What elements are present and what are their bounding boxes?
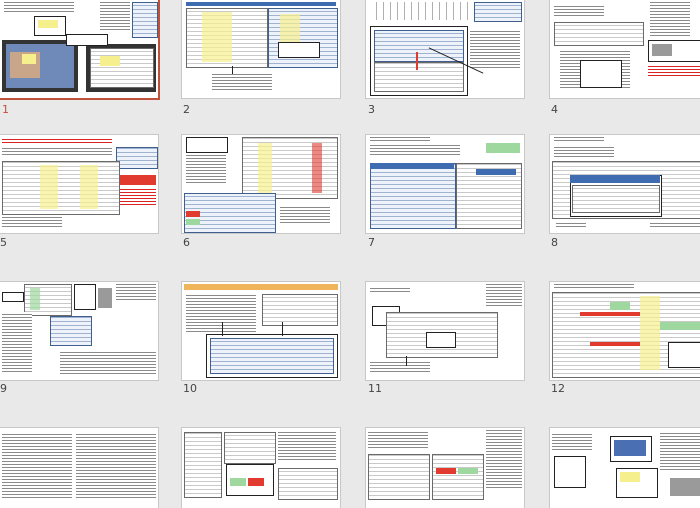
slide-number-5: 5 [0,236,7,249]
slide-thumbnail-4[interactable] [550,0,700,98]
slide-thumbnail-3[interactable] [366,0,524,98]
slide-thumbnail-5[interactable] [0,135,158,233]
slide-number-2: 2 [183,103,190,116]
slide-number-1: 1 [2,103,9,116]
slide-number-7: 7 [368,236,375,249]
slide-thumbnail-2[interactable] [182,0,340,98]
slide-thumbnail-6[interactable] [182,135,340,233]
slide-thumbnail-12[interactable] [550,282,700,380]
slide-number-3: 3 [368,103,375,116]
slide-thumbnail-7[interactable] [366,135,524,233]
slide-number-11: 11 [368,382,382,395]
slide-thumbnail-11[interactable] [366,282,524,380]
slide-thumbnail-13[interactable] [0,428,158,508]
slide-thumbnail-10[interactable] [182,282,340,380]
slide-thumbnail-14[interactable] [182,428,340,508]
slide-number-8: 8 [551,236,558,249]
slide-sorter-grid: 1 2 3 4 5 6 7 8 9 10 11 12 [0,0,700,508]
slide-number-12: 12 [551,382,565,395]
slide-number-6: 6 [183,236,190,249]
slide-number-4: 4 [551,103,558,116]
slide-number-10: 10 [183,382,197,395]
slide-thumbnail-15[interactable] [366,428,524,508]
slide-number-9: 9 [0,382,7,395]
slide-thumbnail-9[interactable] [0,282,158,380]
slide-thumbnail-1[interactable] [0,0,158,98]
slide-thumbnail-8[interactable] [550,135,700,233]
slide-thumbnail-16[interactable] [550,428,700,508]
